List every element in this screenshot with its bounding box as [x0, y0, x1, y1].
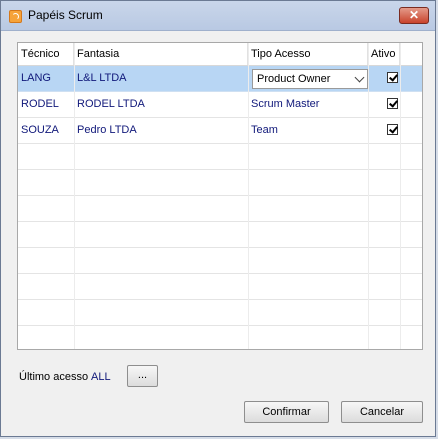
empty-row [18, 144, 422, 170]
rss-app-icon [9, 10, 22, 23]
table-row[interactable]: RODEL RODEL LTDA Scrum Master [18, 92, 422, 118]
column-divider [74, 43, 75, 349]
confirm-button-label: Confirmar [262, 406, 311, 418]
cell-fantasia: Pedro LTDA [77, 124, 137, 136]
confirm-button[interactable]: Confirmar [244, 401, 329, 423]
empty-row [18, 248, 422, 274]
cell-tecnico: SOUZA [21, 124, 59, 136]
ativo-checkbox[interactable] [387, 124, 398, 135]
empty-row [18, 196, 422, 222]
cell-fantasia: L&L LTDA [77, 72, 127, 84]
table-row[interactable]: SOUZA Pedro LTDA Team [18, 118, 422, 144]
dialog-body: Técnico Fantasia Tipo Acesso Ativo LANG … [8, 31, 430, 431]
cell-tipo-acesso: Team [251, 124, 278, 136]
column-header-fantasia[interactable]: Fantasia [74, 43, 248, 65]
browse-button[interactable]: ... [127, 365, 158, 387]
ativo-checkbox[interactable] [387, 72, 398, 83]
empty-row [18, 300, 422, 326]
last-access-label: Último acesso [19, 371, 89, 383]
empty-row [18, 274, 422, 300]
empty-row [18, 222, 422, 248]
cell-tipo-acesso: Scrum Master [251, 98, 320, 110]
grid-header: Técnico Fantasia Tipo Acesso Ativo [18, 43, 422, 66]
empty-row [18, 170, 422, 196]
last-access-value: ALL [91, 371, 111, 383]
column-divider [400, 43, 401, 349]
empty-row [18, 326, 422, 349]
column-divider [368, 43, 369, 349]
tipo-acesso-dropdown[interactable]: Product Owner [252, 69, 368, 89]
column-divider [248, 43, 249, 349]
table-row[interactable]: LANG L&L LTDA Product Owner [18, 66, 422, 92]
cell-tecnico: LANG [21, 72, 51, 84]
tipo-acesso-selected-value: Product Owner [257, 73, 331, 85]
column-header-tecnico[interactable]: Técnico [18, 43, 74, 65]
column-header-tipo-acesso[interactable]: Tipo Acesso [248, 43, 368, 65]
cancel-button-label: Cancelar [359, 406, 405, 418]
column-header-ativo[interactable]: Ativo [368, 43, 400, 65]
cell-tecnico: RODEL [21, 98, 59, 110]
title-bar[interactable]: Papéis Scrum ✕ [1, 1, 435, 31]
roles-grid[interactable]: Técnico Fantasia Tipo Acesso Ativo LANG … [17, 42, 423, 350]
close-button[interactable]: ✕ [399, 7, 429, 24]
window-title: Papéis Scrum [28, 8, 103, 22]
ativo-checkbox[interactable] [387, 98, 398, 109]
cancel-button[interactable]: Cancelar [341, 401, 423, 423]
chevron-down-icon[interactable] [354, 72, 365, 83]
scrum-roles-dialog: Papéis Scrum ✕ Técnico Fantasia Tipo Ace… [0, 0, 436, 437]
cell-fantasia: RODEL LTDA [77, 98, 145, 110]
